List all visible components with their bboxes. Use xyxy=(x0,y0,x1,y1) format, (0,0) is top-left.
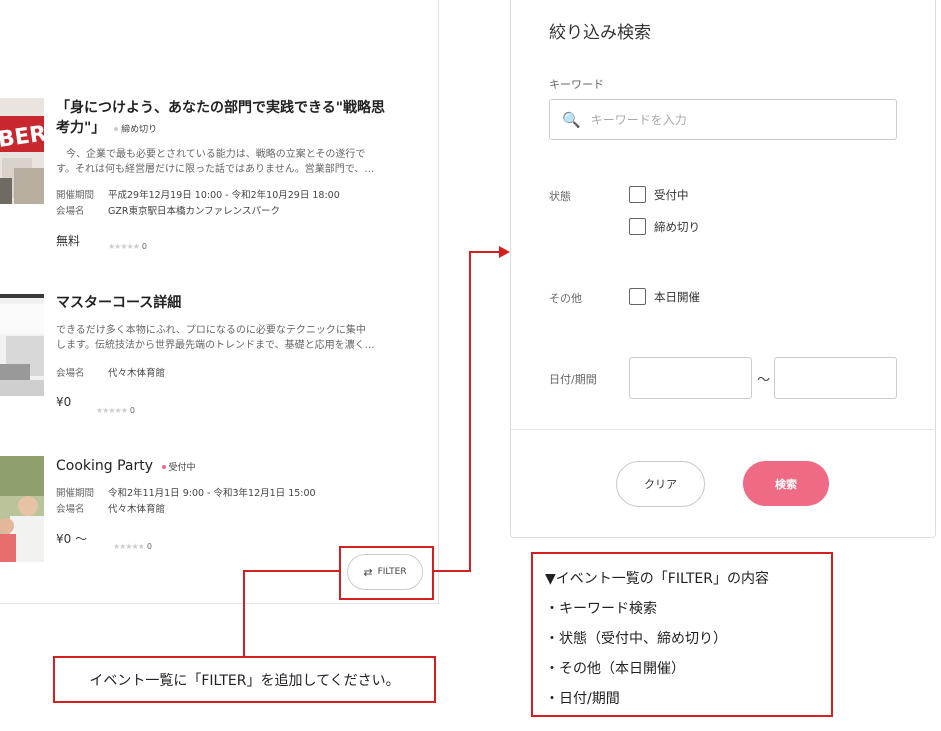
date-label: 日付/期間 xyxy=(549,373,597,386)
event-thumbnail[interactable]: BER xyxy=(0,98,44,204)
connector-line xyxy=(243,570,245,656)
arrow-head-icon xyxy=(499,246,510,258)
end-date-input[interactable] xyxy=(774,357,897,399)
event-title[interactable]: マスターコース詳細 xyxy=(56,293,181,313)
checkbox-accepting[interactable] xyxy=(629,186,646,203)
star-icon: ★★★★★ xyxy=(96,406,128,415)
event-meta: 開催期間 平成29年12月19日 10:00 - 令和2年10月29日 18:00… xyxy=(56,190,340,217)
keyword-label: キーワード xyxy=(549,78,604,91)
status-badge: 受付中 xyxy=(158,463,196,473)
keyword-field[interactable]: 🔍 xyxy=(549,99,897,140)
checkbox-today[interactable] xyxy=(629,288,646,305)
rating: ★★★★★ 0 xyxy=(108,242,147,251)
event-thumbnail[interactable] xyxy=(0,294,44,396)
status-badge: 締め切り xyxy=(110,125,157,135)
panel-title: 絞り込み検索 xyxy=(549,23,651,43)
status-label: 状態 xyxy=(549,190,571,203)
event-price: ¥0 〜 xyxy=(56,532,88,546)
event-thumbnail[interactable] xyxy=(0,456,44,562)
search-button[interactable]: 検索 xyxy=(743,461,829,506)
start-date-input[interactable] xyxy=(629,357,752,399)
checkbox-label: 受付中 xyxy=(654,188,689,202)
event-title[interactable]: Cooking Party 受付中 xyxy=(56,456,196,478)
date-separator: 〜 xyxy=(757,373,771,388)
keyword-input[interactable] xyxy=(588,111,873,128)
event-meta: 会場名 代々木体育館 xyxy=(56,368,166,379)
search-icon: 🔍 xyxy=(562,110,581,129)
event-price: ¥0 xyxy=(56,395,72,409)
divider xyxy=(511,429,934,430)
connector-line xyxy=(243,570,339,572)
checkbox-label: 本日開催 xyxy=(654,290,700,304)
checkbox-label: 締め切り xyxy=(654,220,700,234)
event-price: 無料 xyxy=(56,234,81,248)
filter-highlight-box xyxy=(339,546,434,600)
connector-line xyxy=(432,570,471,572)
event-meta: 開催期間 令和2年11月1日 9:00 - 令和3年12月1日 15:00 会場名… xyxy=(56,488,316,515)
connector-line xyxy=(469,252,471,572)
event-description: 今、企業で最も必要とされている能力は、戦略の立案とその遂行で す。それは何も経営… xyxy=(56,149,375,175)
other-label: その他 xyxy=(549,292,582,305)
rating: ★★★★★ 0 xyxy=(113,542,152,551)
checkbox-closed[interactable] xyxy=(629,218,646,235)
event-title[interactable]: 「身につけよう、あなたの部門で実践できる"戦略思 考力"」 締め切り xyxy=(56,98,385,140)
spec-note: ▼イベント一覧の「FILTER」の内容 ・キーワード検索 ・状態（受付中、締め切… xyxy=(531,552,833,717)
clear-button[interactable]: クリア xyxy=(616,461,705,507)
event-description: できるだけ多く本物にふれ、プロになるのに必要なテクニックに集中 します。伝統技法… xyxy=(56,325,375,351)
star-icon: ★★★★★ xyxy=(113,542,145,551)
star-icon: ★★★★★ xyxy=(108,242,140,251)
request-note: イベント一覧に「FILTER」を追加してください。 xyxy=(53,656,436,703)
rating: ★★★★★ 0 xyxy=(96,406,135,415)
